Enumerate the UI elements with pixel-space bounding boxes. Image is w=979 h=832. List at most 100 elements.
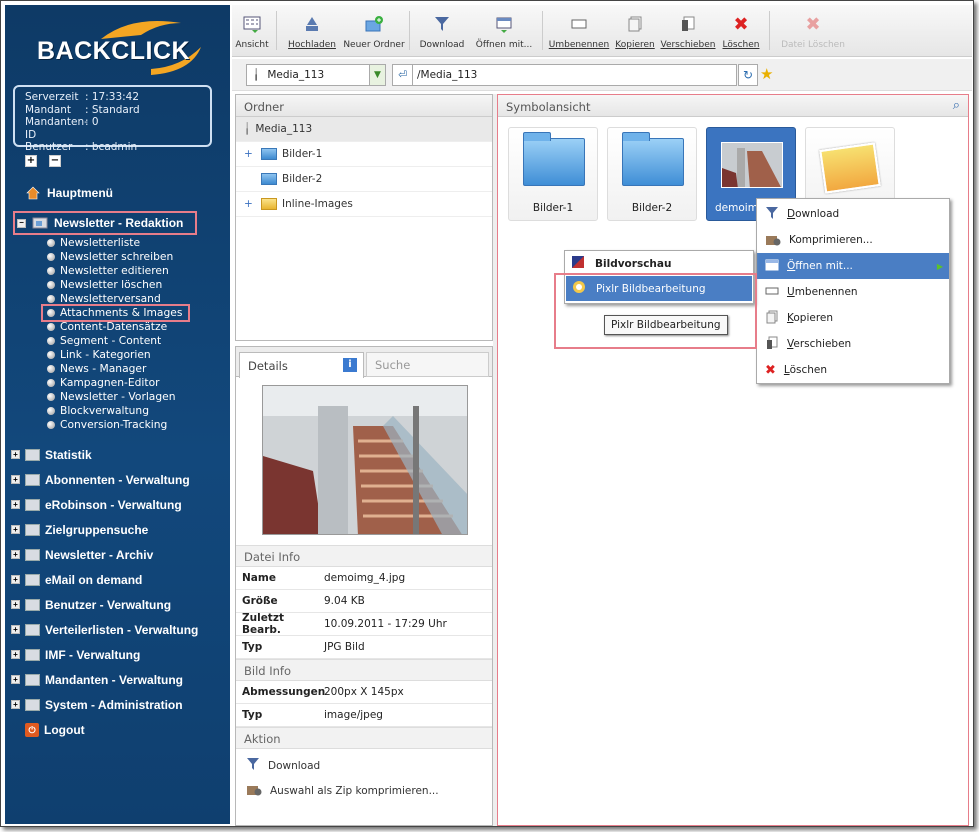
menu-group-benutzer[interactable]: + Benutzer - Verwaltung	[11, 592, 198, 617]
submenu-item[interactable]: Newsletter editieren	[47, 264, 188, 278]
delete-button[interactable]: ✖ Löschen	[717, 5, 765, 56]
delete-file-button[interactable]: ✖ Datei Löschen	[774, 5, 852, 56]
menu-group-system[interactable]: + System - Administration	[11, 692, 198, 717]
expand-icon[interactable]: +	[11, 675, 20, 684]
expand-icon[interactable]: +	[11, 575, 20, 584]
folder-tile-bilder-2[interactable]: Bilder-2	[607, 127, 697, 221]
submenu-item[interactable]: Link - Kategorien	[47, 348, 188, 362]
menu-group-zielgruppensuche[interactable]: + Zielgruppensuche	[11, 517, 198, 542]
tab-search-label: Suche	[375, 358, 411, 372]
menu-group-erobinson[interactable]: + eRobinson - Verwaltung	[11, 492, 198, 517]
server-time-value: : 17:33:42	[85, 91, 140, 103]
download-funnel-icon	[765, 206, 779, 223]
view-label: Ansicht	[235, 40, 269, 50]
collapse-all-button[interactable]: −	[49, 155, 61, 167]
logout-link[interactable]: ⏻ Logout	[25, 717, 198, 742]
server-time-label: Serverzeit	[25, 91, 79, 103]
menu-group-abonnenten[interactable]: + Abonnenten - Verwaltung	[11, 467, 198, 492]
move-button[interactable]: Verschieben	[659, 5, 717, 56]
context-move[interactable]: Verschieben	[757, 331, 949, 357]
zip-action[interactable]: Auswahl als Zip komprimieren...	[236, 778, 492, 803]
tile-label: Bilder-1	[532, 202, 574, 214]
main-menu-link[interactable]: Hauptmenü	[25, 185, 113, 201]
submenu-item[interactable]: Newsletter - Vorlagen	[47, 390, 188, 404]
context-open-with[interactable]: Öffnen mit...	[757, 253, 949, 279]
rename-button[interactable]: Umbenennen	[547, 5, 611, 56]
context-compress[interactable]: Komprimieren...	[757, 227, 949, 253]
tree-root[interactable]: ╽ Media_113	[236, 117, 492, 142]
tree-item-inline-images[interactable]: + Inline-Images	[236, 192, 492, 217]
submenu-item[interactable]: Kampagnen-Editor	[47, 376, 188, 390]
move-icon	[765, 336, 779, 353]
download-funnel-icon	[432, 14, 452, 34]
expand-icon[interactable]: +	[11, 450, 20, 459]
context-download[interactable]: Download	[757, 201, 949, 227]
expand-icon[interactable]: +	[11, 650, 20, 659]
submenu-item[interactable]: Newsletter löschen	[47, 278, 188, 292]
upload-button[interactable]: Hochladen	[281, 5, 343, 56]
submenu-item[interactable]: Blockverwaltung	[47, 404, 188, 418]
new-folder-button[interactable]: Neuer Ordner	[343, 5, 405, 56]
expand-icon[interactable]: +	[11, 625, 20, 634]
menu-group-newsletter-archiv[interactable]: + Newsletter - Archiv	[11, 542, 198, 567]
menu-group-label: Statistik	[45, 447, 92, 462]
path-input[interactable]: ⏎ /Media_113	[392, 64, 737, 86]
expand-icon[interactable]: +	[11, 500, 20, 509]
menu-group-label: Verteilerlisten - Verwaltung	[45, 622, 199, 637]
menu-group-imf[interactable]: + IMF - Verwaltung	[11, 642, 198, 667]
backclick-logo[interactable]: BACKCLICK	[31, 17, 211, 79]
expand-icon[interactable]: +	[11, 475, 20, 484]
menu-group-statistik[interactable]: + Statistik	[11, 442, 198, 467]
menu-group-mandanten[interactable]: + Mandanten - Verwaltung	[11, 667, 198, 692]
submenu-item[interactable]: News - Manager	[47, 362, 188, 376]
copy-button[interactable]: Kopieren	[611, 5, 659, 56]
expand-icon[interactable]: +	[244, 148, 256, 160]
view-button[interactable]: Ansicht	[232, 5, 272, 56]
context-rename[interactable]: Umbenennen	[757, 279, 949, 305]
refresh-button[interactable]: ↻	[738, 64, 758, 86]
source-select[interactable]: ╽ Media_113 ▼	[246, 64, 386, 86]
folder-icon	[25, 573, 40, 586]
download-button[interactable]: Download	[414, 5, 470, 56]
download-action[interactable]: Download	[236, 753, 492, 778]
drive-icon: ╽	[253, 69, 260, 81]
tab-search[interactable]: Suche	[366, 352, 489, 377]
submenu-item-attachments-images[interactable]: Attachments & Images	[41, 304, 190, 322]
expand-all-button[interactable]: +	[25, 155, 37, 167]
submenu-item[interactable]: Newsletter schreiben	[47, 250, 188, 264]
image-info-value: 200px X 145px	[324, 686, 404, 698]
collapse-icon[interactable]: −	[17, 218, 26, 228]
expand-icon[interactable]: +	[11, 525, 20, 534]
folder-icon	[25, 498, 40, 511]
user-label: Benutzer	[25, 141, 73, 153]
submenu-item[interactable]: Segment - Content	[47, 334, 188, 348]
folder-icon	[25, 673, 40, 686]
context-copy[interactable]: Kopieren	[757, 305, 949, 331]
dropdown-arrow-icon[interactable]: ▼	[369, 65, 385, 85]
file-info-key: Typ	[242, 641, 263, 653]
submenu-item[interactable]: Newsletterliste	[47, 236, 188, 250]
path-bar: ╽ Media_113 ▼ ⏎ /Media_113 ↻ ★	[232, 59, 972, 91]
submenu-label: News - Manager	[60, 362, 147, 375]
open-with-button[interactable]: Öffnen mit...	[470, 5, 538, 56]
expand-icon[interactable]: +	[11, 600, 20, 609]
expand-icon[interactable]: +	[11, 700, 20, 709]
expand-icon[interactable]: +	[244, 198, 256, 210]
submenu-item[interactable]: Newsletterversand	[47, 292, 188, 306]
bullet-icon	[47, 253, 55, 261]
context-delete[interactable]: ✖ Löschen	[757, 357, 949, 383]
expand-icon[interactable]: +	[11, 550, 20, 559]
submenu-item[interactable]: Content-Datensätze	[47, 320, 188, 334]
folder-up-icon[interactable]: ⏎	[393, 65, 413, 85]
newsletter-redaktion-section[interactable]: − Newsletter - Redaktion	[13, 211, 197, 235]
zoom-icon[interactable]: ⌕	[953, 98, 960, 113]
folder-tile-bilder-1[interactable]: Bilder-1	[508, 127, 598, 221]
favorite-star-icon[interactable]: ★	[760, 65, 778, 83]
tree-item-bilder-1[interactable]: + Bilder-1	[236, 142, 492, 167]
tree-item-bilder-2[interactable]: Bilder-2	[236, 167, 492, 192]
submenu-label: Bildvorschau	[595, 257, 672, 270]
submenu-item[interactable]: Conversion-Tracking	[47, 418, 188, 432]
tab-details[interactable]: Details i	[239, 352, 364, 378]
menu-group-verteilerlisten[interactable]: + Verteilerlisten - Verwaltung	[11, 617, 198, 642]
menu-group-email-on-demand[interactable]: + eMail on demand	[11, 567, 198, 592]
